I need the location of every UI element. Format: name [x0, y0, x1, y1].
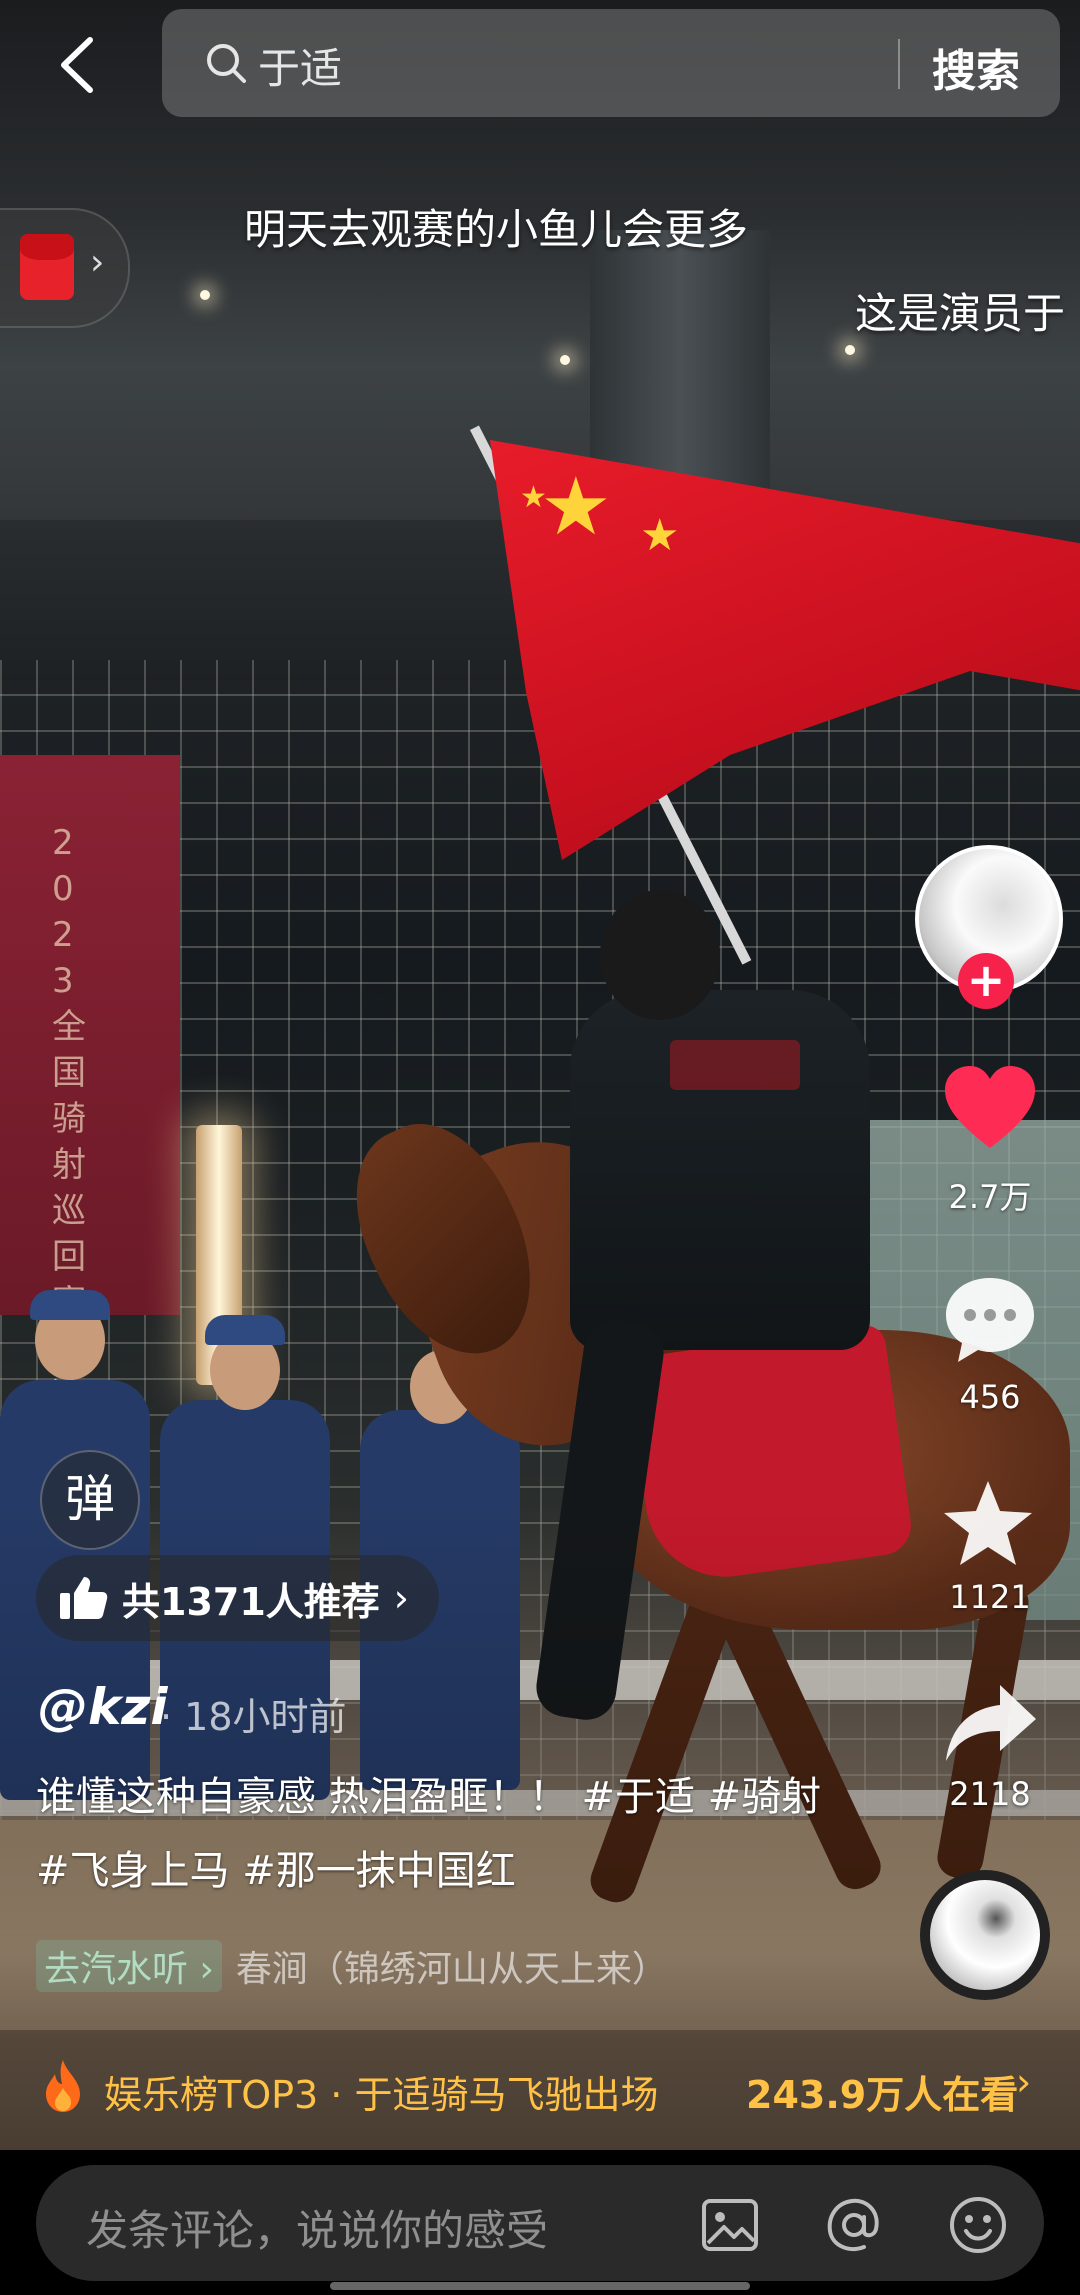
chevron-right-icon: › [90, 242, 105, 283]
search-button[interactable]: 搜索 [932, 35, 1020, 99]
post-time: · 18小时前 [160, 1695, 347, 1739]
hot-list-bar[interactable]: 娱乐榜TOP3 · 于适骑马飞驰出场 243.9万人在看 › [0, 2030, 1080, 2150]
at-mention-icon[interactable] [822, 2193, 886, 2257]
caption-text: 谁懂这种自豪感 热泪盈眶！！ [36, 1774, 582, 1820]
search-bar[interactable]: 于适 搜索 [162, 9, 1060, 117]
hashtag[interactable]: #飞身上马 [36, 1848, 230, 1894]
comment-input[interactable]: 发条评论，说说你的感受 [36, 2165, 1044, 2281]
like-count: 2.7万 [948, 1178, 1032, 1216]
follow-button[interactable]: + [958, 953, 1014, 1009]
search-divider [898, 39, 900, 89]
red-packet-button[interactable]: › [0, 208, 130, 328]
flag-star-icon: ★ [540, 460, 612, 553]
music-row[interactable]: 去汽水听 › 春涧（锦绣河山从天上来） [36, 1940, 668, 1992]
chevron-left-icon [61, 37, 93, 93]
flag-star-icon: ★ [520, 480, 547, 515]
thumbs-up-icon [60, 1577, 108, 1619]
recommend-label: 共1371人推荐 [122, 1579, 380, 1624]
like-heart-icon[interactable] [940, 1060, 1040, 1160]
recommend-pill[interactable]: 共1371人推荐 › [36, 1555, 439, 1641]
favorite-count: 1121 [949, 1578, 1031, 1616]
flag-star-icon: ★ [640, 510, 680, 561]
red-packet-icon [20, 234, 74, 300]
ceiling-light [200, 290, 210, 300]
danmaku-comment: 明天去观赛的小鱼儿会更多 [244, 205, 749, 254]
post-caption: 谁懂这种自豪感 热泪盈眶！！ #于适 #骑射 #飞身上马 #那一抹中国红 [36, 1760, 856, 1908]
hot-list-title: 娱乐榜TOP3 · 于适骑马飞驰出场 [104, 2073, 659, 2117]
listen-in-qishui-chip[interactable]: 去汽水听 › [36, 1940, 222, 1992]
ceiling-light [845, 345, 855, 355]
hot-list-viewers: 243.9万人在看 [746, 2073, 1019, 2117]
share-count: 2118 [949, 1775, 1031, 1813]
image-icon[interactable] [698, 2193, 762, 2257]
hashtag[interactable]: #骑射 [708, 1774, 822, 1820]
ceiling-light [560, 355, 570, 365]
chevron-right-icon: › [1016, 2060, 1032, 2104]
danmaku-toggle-button[interactable]: 弹 [40, 1450, 140, 1550]
music-disc[interactable] [920, 1870, 1050, 2000]
search-input[interactable]: 于适 [258, 35, 342, 96]
share-arrow-icon[interactable] [940, 1675, 1040, 1775]
comment-count: 456 [959, 1378, 1021, 1416]
chevron-right-icon: › [393, 1576, 409, 1620]
danmaku-comment: 这是演员于 [855, 289, 1066, 338]
home-indicator[interactable] [330, 2282, 750, 2290]
emoji-icon[interactable] [946, 2193, 1010, 2257]
music-title: 春涧（锦绣河山从天上来） [235, 1949, 668, 1990]
spectator-cap [30, 1290, 110, 1320]
search-icon [207, 44, 246, 83]
hashtag[interactable]: #于适 [581, 1774, 695, 1820]
author-handle[interactable]: @kzi [38, 1678, 168, 1736]
favorite-star-icon[interactable] [938, 1475, 1038, 1575]
rider-jacket-logo [670, 1040, 800, 1090]
fire-icon [46, 2060, 80, 2112]
hashtag[interactable]: #那一抹中国红 [242, 1848, 516, 1894]
comment-bubble-icon[interactable] [940, 1270, 1040, 1370]
back-button[interactable] [48, 30, 108, 100]
comment-placeholder: 发条评论，说说你的感受 [86, 2206, 549, 2255]
spectator-cap [205, 1315, 285, 1345]
rider-head [600, 890, 720, 1020]
